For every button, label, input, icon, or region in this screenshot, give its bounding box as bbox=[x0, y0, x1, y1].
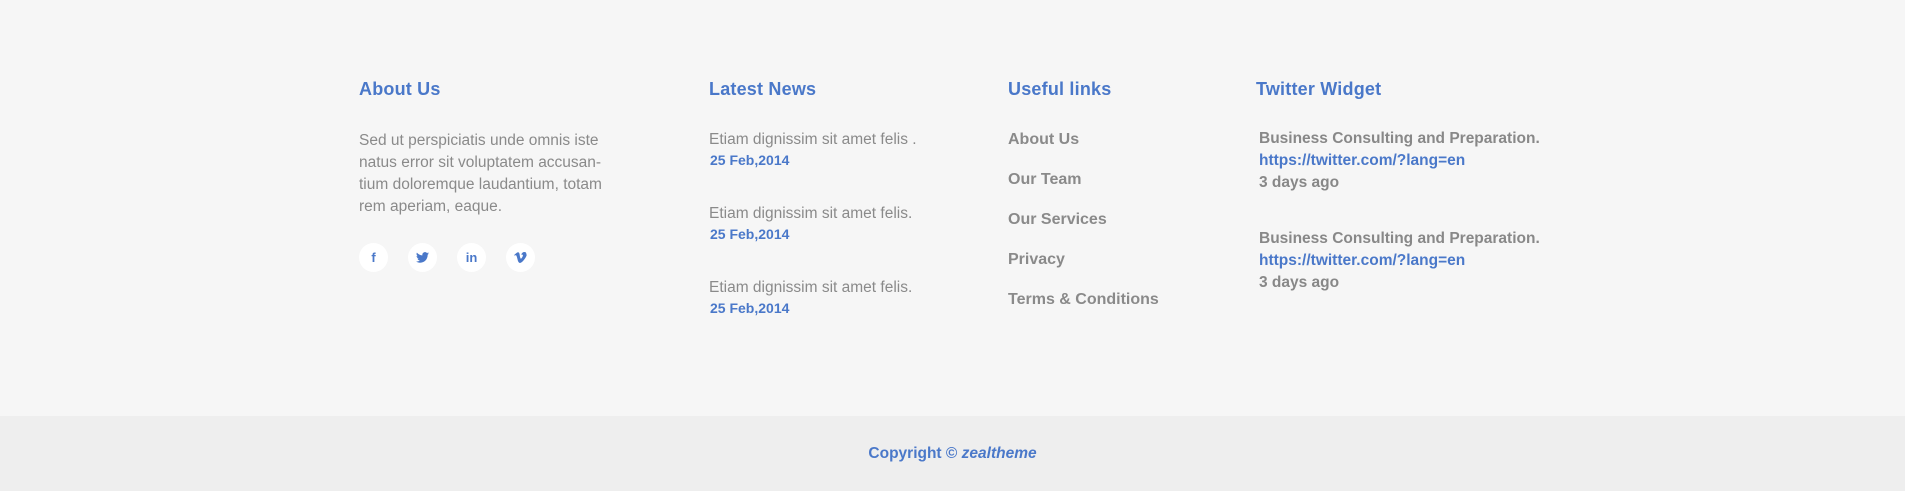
news-item: Etiam dignissim sit amet felis. 25 Feb,2… bbox=[709, 204, 969, 278]
news-date: 25 Feb,2014 bbox=[710, 300, 790, 316]
twitter-widget-section: Twitter Widget Business Consulting and P… bbox=[1256, 78, 1576, 328]
brand-link[interactable]: zealtheme bbox=[962, 445, 1037, 462]
tweet-time: 3 days ago bbox=[1259, 274, 1340, 291]
tweet-item: Business Consulting and Preparation. htt… bbox=[1259, 128, 1576, 228]
twitter-widget-heading: Twitter Widget bbox=[1256, 79, 1382, 99]
tweet-text: Business Consulting and Preparation. bbox=[1259, 130, 1540, 147]
news-title[interactable]: Etiam dignissim sit amet felis. bbox=[709, 278, 969, 298]
copyright-text: Copyright © zealtheme bbox=[868, 443, 1036, 465]
about-heading: About Us bbox=[359, 79, 441, 99]
news-item: Etiam dignissim sit amet felis. 25 Feb,2… bbox=[709, 278, 969, 352]
link-our-team[interactable]: Our Team bbox=[1008, 168, 1208, 208]
tweet-time: 3 days ago bbox=[1259, 174, 1340, 191]
news-item: Etiam dignissim sit amet felis . 25 Feb,… bbox=[709, 130, 969, 204]
footer-bottom-bar: Copyright © zealtheme bbox=[0, 416, 1905, 491]
news-title[interactable]: Etiam dignissim sit amet felis. bbox=[709, 204, 969, 224]
linkedin-icon[interactable]: in bbox=[457, 243, 486, 272]
link-terms-conditions[interactable]: Terms & Conditions bbox=[1008, 288, 1208, 328]
link-our-services[interactable]: Our Services bbox=[1008, 208, 1208, 248]
news-heading: Latest News bbox=[709, 79, 817, 99]
twitter-bird-glyph bbox=[416, 252, 429, 263]
useful-links-list: About Us Our Team Our Services Privacy T… bbox=[1008, 128, 1208, 328]
news-list: Etiam dignissim sit amet felis . 25 Feb,… bbox=[709, 130, 969, 352]
about-text: Sed ut perspiciatis unde omnis iste natu… bbox=[359, 132, 602, 215]
tweet-link[interactable]: https://twitter.com/?lang=en bbox=[1259, 250, 1576, 272]
copyright-label: Copyright © bbox=[868, 445, 958, 462]
useful-links-heading: Useful links bbox=[1008, 79, 1112, 99]
useful-links-section: Useful links About Us Our Team Our Servi… bbox=[1008, 78, 1208, 328]
link-about-us[interactable]: About Us bbox=[1008, 128, 1208, 168]
twitter-icon[interactable] bbox=[408, 243, 437, 272]
facebook-icon[interactable]: f bbox=[359, 243, 388, 272]
vimeo-glyph bbox=[514, 252, 527, 263]
tweet-link[interactable]: https://twitter.com/?lang=en bbox=[1259, 150, 1576, 172]
link-privacy[interactable]: Privacy bbox=[1008, 248, 1208, 288]
social-links: f in bbox=[359, 243, 629, 272]
about-section: About Us Sed ut perspiciatis unde omnis … bbox=[359, 78, 629, 272]
tweet-text: Business Consulting and Preparation. bbox=[1259, 230, 1540, 247]
news-title[interactable]: Etiam dignissim sit amet felis . bbox=[709, 130, 969, 150]
tweet-item: Business Consulting and Preparation. htt… bbox=[1259, 228, 1576, 328]
tweet-list: Business Consulting and Preparation. htt… bbox=[1259, 128, 1576, 328]
news-date: 25 Feb,2014 bbox=[710, 226, 790, 242]
vimeo-icon[interactable] bbox=[506, 243, 535, 272]
news-section: Latest News Etiam dignissim sit amet fel… bbox=[709, 78, 969, 352]
footer-main: About Us Sed ut perspiciatis unde omnis … bbox=[0, 0, 1905, 416]
news-date: 25 Feb,2014 bbox=[710, 152, 790, 168]
